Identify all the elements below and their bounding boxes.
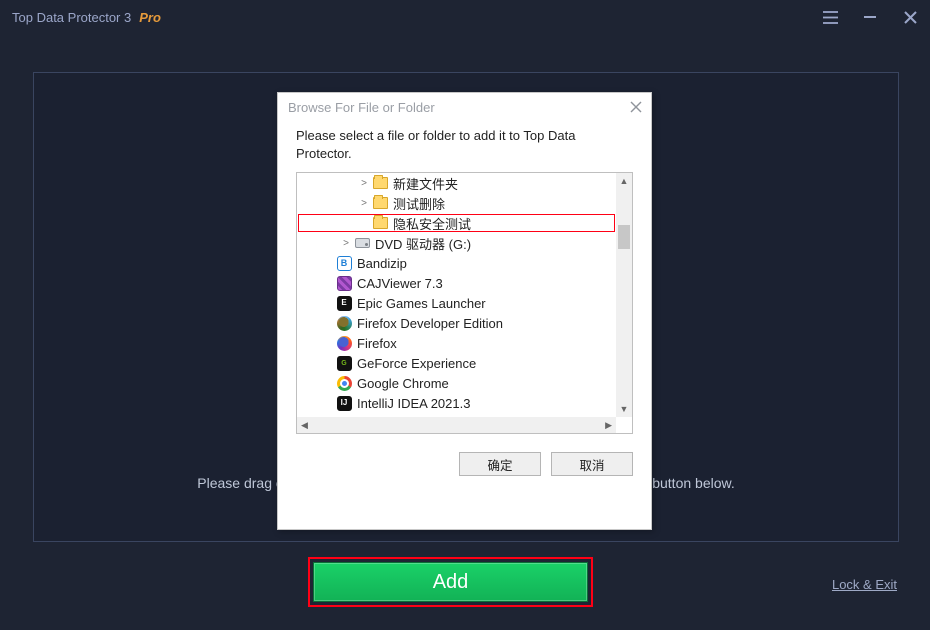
tree-item[interactable]: > DVD 驱动器 (G:) bbox=[297, 233, 616, 253]
tree-item[interactable]: Google Chrome bbox=[297, 373, 616, 393]
close-icon[interactable] bbox=[902, 9, 918, 25]
tree-item-label: Firefox bbox=[357, 336, 397, 351]
tree-item[interactable]: IJ IntelliJ IDEA 2021.3 bbox=[297, 393, 616, 413]
firefox-dev-icon bbox=[337, 316, 352, 331]
dialog-ok-button[interactable]: 确定 bbox=[459, 452, 541, 476]
folder-icon bbox=[373, 177, 388, 189]
tree-item[interactable]: > 新建文件夹 bbox=[297, 173, 616, 193]
vertical-scrollbar[interactable]: ▲ ▼ bbox=[616, 173, 632, 417]
tree-item[interactable]: Firefox bbox=[297, 333, 616, 353]
scroll-thumb[interactable] bbox=[618, 225, 630, 249]
tree-item-label: Firefox Developer Edition bbox=[357, 316, 503, 331]
tree-item[interactable]: 隐私安全测试 bbox=[297, 213, 616, 233]
scroll-up-icon[interactable]: ▲ bbox=[616, 173, 632, 189]
titlebar: Top Data Protector 3 Pro bbox=[0, 0, 930, 34]
app-edition-badge: Pro bbox=[139, 10, 161, 25]
tree-item-label: 隐私安全测试 bbox=[393, 214, 471, 233]
tree-item-label: CAJViewer 7.3 bbox=[357, 276, 443, 291]
tree-item-label: Google Chrome bbox=[357, 376, 449, 391]
tree-expander-icon[interactable]: > bbox=[339, 238, 353, 249]
folder-icon bbox=[373, 197, 388, 209]
tree-expander-icon[interactable]: > bbox=[357, 198, 371, 209]
tree-item[interactable]: CAJViewer 7.3 bbox=[297, 273, 616, 293]
geforce-icon: G bbox=[337, 356, 352, 371]
dialog-title: Browse For File or Folder bbox=[288, 100, 435, 115]
add-button-highlight: Add bbox=[308, 557, 593, 607]
app-title-text: Top Data Protector 3 bbox=[12, 10, 131, 25]
hamburger-icon[interactable] bbox=[822, 9, 838, 25]
dialog-cancel-button[interactable]: 取消 bbox=[551, 452, 633, 476]
folder-icon bbox=[373, 217, 388, 229]
dialog-header: Browse For File or Folder bbox=[278, 93, 651, 121]
epic-games-icon: E bbox=[337, 296, 352, 311]
tree-expander-icon[interactable]: > bbox=[357, 178, 371, 189]
tree-item[interactable]: > 测试删除 bbox=[297, 193, 616, 213]
drive-icon bbox=[355, 238, 370, 248]
firefox-icon bbox=[337, 336, 352, 351]
minimize-icon[interactable] bbox=[862, 9, 878, 25]
tree-item[interactable]: G GeForce Experience bbox=[297, 353, 616, 373]
scroll-left-icon[interactable]: ◀ bbox=[297, 420, 312, 431]
tree-item-label: Epic Games Launcher bbox=[357, 296, 486, 311]
tree-item[interactable]: E Epic Games Launcher bbox=[297, 293, 616, 313]
browse-dialog: Browse For File or Folder Please select … bbox=[277, 92, 652, 530]
dialog-instruction: Please select a file or folder to add it… bbox=[278, 121, 651, 170]
tree-item[interactable]: Firefox Developer Edition bbox=[297, 313, 616, 333]
tree-item-label: 测试删除 bbox=[393, 194, 445, 213]
tree-item-label: Bandizip bbox=[357, 256, 407, 271]
lock-and-exit-link[interactable]: Lock & Exit bbox=[832, 577, 897, 592]
tree-item-label: 新建文件夹 bbox=[393, 174, 458, 193]
scroll-right-icon[interactable]: ▶ bbox=[601, 420, 616, 431]
app-title: Top Data Protector 3 Pro bbox=[12, 10, 161, 25]
horizontal-scrollbar[interactable]: ◀ ▶ bbox=[297, 417, 616, 433]
tree-item-label: DVD 驱动器 (G:) bbox=[375, 234, 471, 253]
intellij-icon: IJ bbox=[337, 396, 352, 411]
bandizip-icon: B bbox=[337, 256, 352, 271]
folder-tree: > 新建文件夹 > 测试删除隐私安全测试 > DVD 驱动器 (G:) B Bandizip C… bbox=[296, 172, 633, 434]
add-button-label: Add bbox=[433, 571, 469, 594]
tree-item-label: IntelliJ IDEA 2021.3 bbox=[357, 396, 470, 411]
dialog-close-icon[interactable] bbox=[627, 98, 645, 116]
scroll-down-icon[interactable]: ▼ bbox=[616, 401, 632, 417]
chrome-icon bbox=[337, 376, 352, 391]
tree-item-label: GeForce Experience bbox=[357, 356, 476, 371]
tree-item[interactable]: B Bandizip bbox=[297, 253, 616, 273]
cajviewer-icon bbox=[337, 276, 352, 291]
add-button[interactable]: Add bbox=[313, 562, 588, 602]
